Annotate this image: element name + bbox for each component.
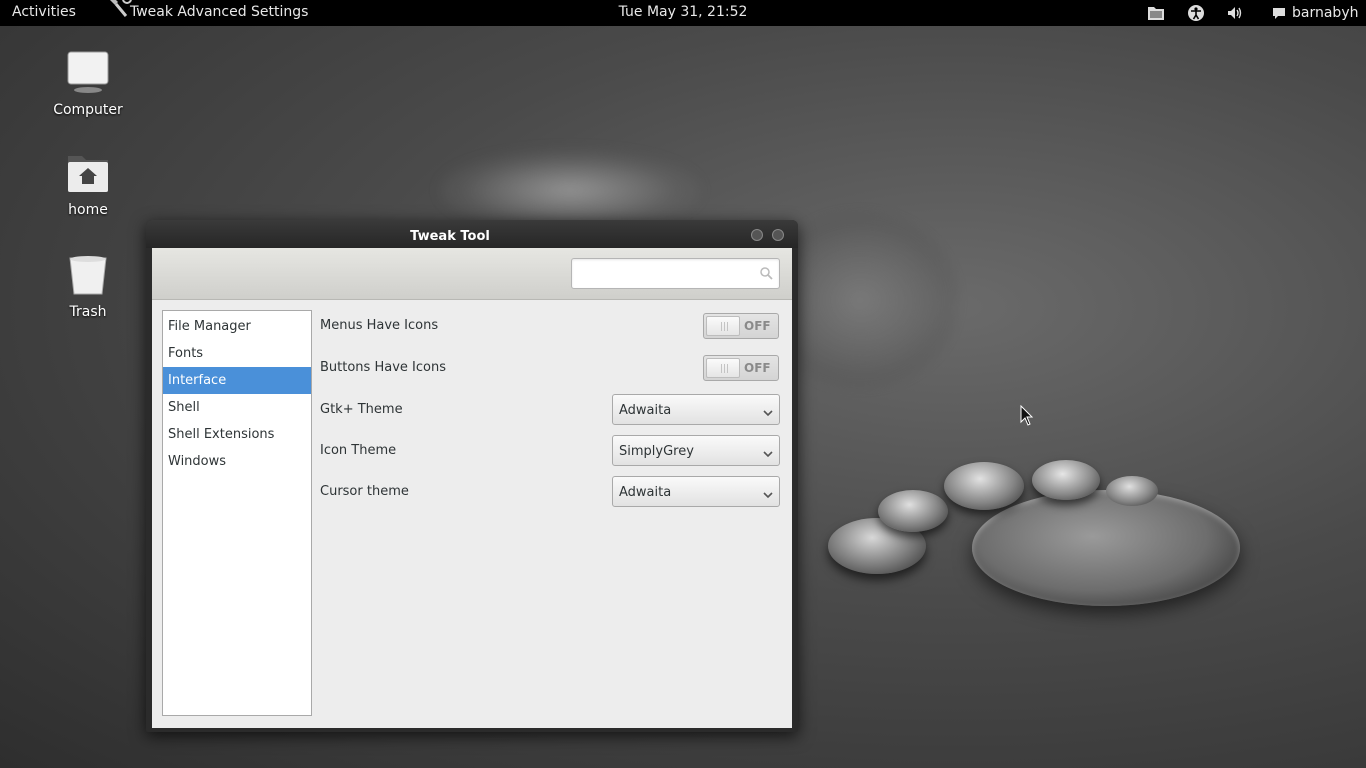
search-icon [759, 266, 773, 284]
top-bar: Activities Tweak Advanced Settings Tue M… [0, 0, 1366, 26]
setting-label: Icon Theme [320, 443, 397, 458]
window-content: File Manager Fonts Interface Shell Shell… [152, 248, 792, 728]
settings-panel: Menus Have Icons OFF Buttons Have Icons … [320, 310, 786, 716]
sidebar-item-fonts[interactable]: Fonts [163, 340, 311, 367]
wallpaper-droplet [878, 490, 948, 532]
clock[interactable]: Tue May 31, 21:52 [619, 4, 748, 20]
accessibility-icon[interactable] [1187, 4, 1205, 22]
sidebar-item-interface[interactable]: Interface [163, 367, 311, 394]
computer-icon [67, 51, 109, 93]
menus-icons-switch[interactable]: OFF [703, 313, 779, 339]
desktop-icon-trash[interactable]: Trash [38, 254, 138, 320]
setting-label: Gtk+ Theme [320, 402, 403, 417]
toolbar [152, 248, 792, 300]
wallpaper-droplet [1106, 476, 1158, 506]
desktop-icon-home[interactable]: home [38, 150, 138, 218]
wallpaper-droplet [1032, 460, 1100, 500]
setting-row-cursor-theme: Cursor theme Adwaita [320, 476, 784, 508]
category-sidebar: File Manager Fonts Interface Shell Shell… [162, 310, 312, 716]
volume-icon[interactable] [1226, 4, 1244, 22]
combo-value: Adwaita [619, 403, 672, 418]
setting-label: Menus Have Icons [320, 318, 439, 333]
home-folder-icon [68, 156, 108, 192]
setting-label: Buttons Have Icons [320, 360, 446, 375]
username: barnabyh [1292, 5, 1359, 21]
wallpaper-droplet [944, 462, 1024, 510]
window-title: Tweak Tool [410, 229, 490, 244]
gtk-theme-combo[interactable]: Adwaita [612, 394, 780, 425]
sidebar-item-shell[interactable]: Shell [163, 394, 311, 421]
switch-state: OFF [744, 361, 771, 375]
wallpaper-droplet [972, 490, 1240, 606]
setting-row-gtk-theme: Gtk+ Theme Adwaita [320, 394, 784, 426]
trash-icon [69, 256, 107, 295]
setting-row-icon-theme: Icon Theme SimplyGrey [320, 435, 784, 467]
mouse-pointer-icon [1020, 404, 1034, 431]
chevron-down-icon [763, 488, 773, 503]
combo-value: Adwaita [619, 485, 672, 500]
desktop-icon-label: Computer [53, 102, 123, 118]
user-menu[interactable]: barnabyh [1272, 4, 1358, 22]
close-button[interactable] [772, 229, 784, 241]
switch-state: OFF [744, 319, 771, 333]
wrench-icon [108, 0, 132, 20]
combo-value: SimplyGrey [619, 444, 694, 459]
buttons-icons-switch[interactable]: OFF [703, 355, 779, 381]
setting-row-menus-icons: Menus Have Icons OFF [320, 310, 784, 342]
minimize-button[interactable] [751, 229, 763, 241]
desktop-icon-label: Trash [69, 304, 107, 320]
files-icon[interactable] [1147, 4, 1165, 22]
activities-button[interactable]: Activities [12, 4, 76, 20]
chevron-down-icon [763, 447, 773, 462]
desktop-icon-label: home [68, 202, 108, 218]
tweak-tool-window: Tweak Tool File Manager Fonts Interface … [146, 220, 798, 732]
switch-knob [706, 316, 740, 336]
chat-icon [1273, 8, 1285, 19]
sidebar-item-shell-extensions[interactable]: Shell Extensions [163, 421, 311, 448]
desktop-icon-computer[interactable]: Computer [38, 48, 138, 118]
search-field[interactable] [571, 258, 780, 289]
wallpaper-droplet [440, 150, 700, 230]
switch-knob [706, 358, 740, 378]
cursor-theme-combo[interactable]: Adwaita [612, 476, 780, 507]
window-titlebar[interactable]: Tweak Tool [146, 220, 798, 248]
sidebar-item-windows[interactable]: Windows [163, 448, 311, 475]
sidebar-item-file-manager[interactable]: File Manager [163, 313, 311, 340]
setting-row-buttons-icons: Buttons Have Icons OFF [320, 352, 784, 384]
chevron-down-icon [763, 406, 773, 421]
setting-label: Cursor theme [320, 484, 409, 499]
app-menu-title[interactable]: Tweak Advanced Settings [130, 4, 308, 20]
icon-theme-combo[interactable]: SimplyGrey [612, 435, 780, 466]
